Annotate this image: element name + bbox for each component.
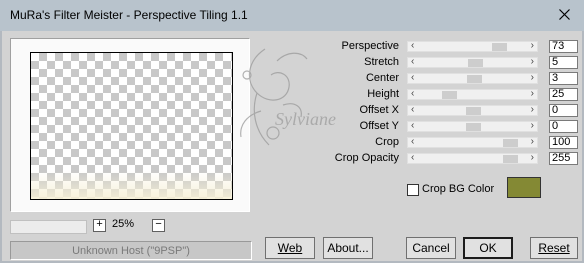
scroll-right-icon[interactable]: › <box>531 104 534 116</box>
slider-thumb[interactable] <box>491 43 507 51</box>
progress-bar <box>10 220 87 234</box>
close-button[interactable] <box>553 4 576 25</box>
param-value-field[interactable]: 73 <box>549 40 578 53</box>
slider-thumb[interactable] <box>466 107 481 115</box>
cancel-button[interactable]: Cancel <box>406 237 456 259</box>
slider-thumb[interactable] <box>502 155 518 163</box>
scroll-right-icon[interactable]: › <box>531 40 534 52</box>
param-value-field[interactable]: 255 <box>549 152 578 165</box>
param-slider[interactable]: ‹ › <box>407 136 538 148</box>
slider-thumb[interactable] <box>442 91 458 99</box>
scroll-left-icon[interactable]: ‹ <box>411 40 414 52</box>
param-value-field[interactable]: 5 <box>549 56 578 69</box>
zoom-out-button[interactable]: − <box>152 219 165 232</box>
zoom-in-button[interactable]: + <box>93 219 106 232</box>
preview-frame <box>10 38 250 212</box>
cancel-button-label: Cancel <box>412 241 450 255</box>
scroll-left-icon[interactable]: ‹ <box>411 104 414 116</box>
preview-haze <box>31 171 232 199</box>
param-value-field[interactable]: 0 <box>549 104 578 117</box>
crop-bg-color-swatch[interactable] <box>507 177 541 198</box>
web-button[interactable]: Web <box>265 237 315 259</box>
param-slider[interactable]: ‹ › <box>407 40 538 52</box>
param-value-field[interactable]: 0 <box>549 120 578 133</box>
param-slider[interactable]: ‹ › <box>407 120 538 132</box>
close-icon <box>559 9 570 20</box>
scroll-right-icon[interactable]: › <box>531 120 534 132</box>
param-value-field[interactable]: 25 <box>549 88 578 101</box>
scroll-left-icon[interactable]: ‹ <box>411 136 414 148</box>
web-button-label: Web <box>277 241 303 255</box>
crop-bg-color-checkbox[interactable] <box>407 184 419 196</box>
dialog-body: Sylviane + 25% − Unknown Host ("9PSP") P… <box>2 31 582 261</box>
scroll-left-icon[interactable]: ‹ <box>411 72 414 84</box>
host-status: Unknown Host ("9PSP") <box>10 241 252 260</box>
param-label: Perspective <box>341 40 399 52</box>
scroll-right-icon[interactable]: › <box>531 88 534 100</box>
param-slider[interactable]: ‹ › <box>407 104 538 116</box>
reset-button[interactable]: Reset <box>530 237 578 259</box>
scroll-left-icon[interactable]: ‹ <box>411 152 414 164</box>
about-button-label: About... <box>327 241 369 255</box>
scroll-right-icon[interactable]: › <box>531 152 534 164</box>
param-label: Center <box>365 72 399 84</box>
ok-button[interactable]: OK <box>463 237 513 259</box>
sylviane-watermark: Sylviane <box>240 48 336 146</box>
param-slider[interactable]: ‹ › <box>407 72 538 84</box>
scroll-left-icon[interactable]: ‹ <box>411 88 414 100</box>
param-slider[interactable]: ‹ › <box>407 152 538 164</box>
zoom-level: 25% <box>112 218 135 230</box>
scroll-left-icon[interactable]: ‹ <box>411 56 414 68</box>
param-label: Height <box>367 88 399 100</box>
preview-canvas[interactable] <box>30 52 233 200</box>
param-slider[interactable]: ‹ › <box>407 88 538 100</box>
param-label: Stretch <box>364 56 399 68</box>
param-label: Crop <box>375 136 399 148</box>
slider-thumb[interactable] <box>467 59 483 67</box>
scroll-left-icon[interactable]: ‹ <box>411 120 414 132</box>
param-slider[interactable]: ‹ › <box>407 56 538 68</box>
param-value-field[interactable]: 3 <box>549 72 578 85</box>
crop-bg-color-label[interactable]: Crop BG Color <box>422 183 494 195</box>
title-bar: MuRa's Filter Meister - Perspective Tili… <box>0 0 584 31</box>
ok-button-label: OK <box>479 241 497 255</box>
slider-thumb[interactable] <box>502 139 518 147</box>
watermark-text: Sylviane <box>275 109 336 129</box>
param-label: Offset X <box>359 104 399 116</box>
param-value-field[interactable]: 100 <box>549 136 578 149</box>
slider-thumb[interactable] <box>466 75 482 83</box>
scroll-right-icon[interactable]: › <box>531 136 534 148</box>
slider-thumb[interactable] <box>466 123 481 131</box>
window-title: MuRa's Filter Meister - Perspective Tili… <box>10 8 248 22</box>
param-label: Crop Opacity <box>334 152 399 164</box>
reset-button-label: Reset <box>538 241 570 255</box>
scroll-right-icon[interactable]: › <box>531 56 534 68</box>
scroll-right-icon[interactable]: › <box>531 72 534 84</box>
about-button[interactable]: About... <box>323 237 373 259</box>
param-label: Offset Y <box>359 120 399 132</box>
